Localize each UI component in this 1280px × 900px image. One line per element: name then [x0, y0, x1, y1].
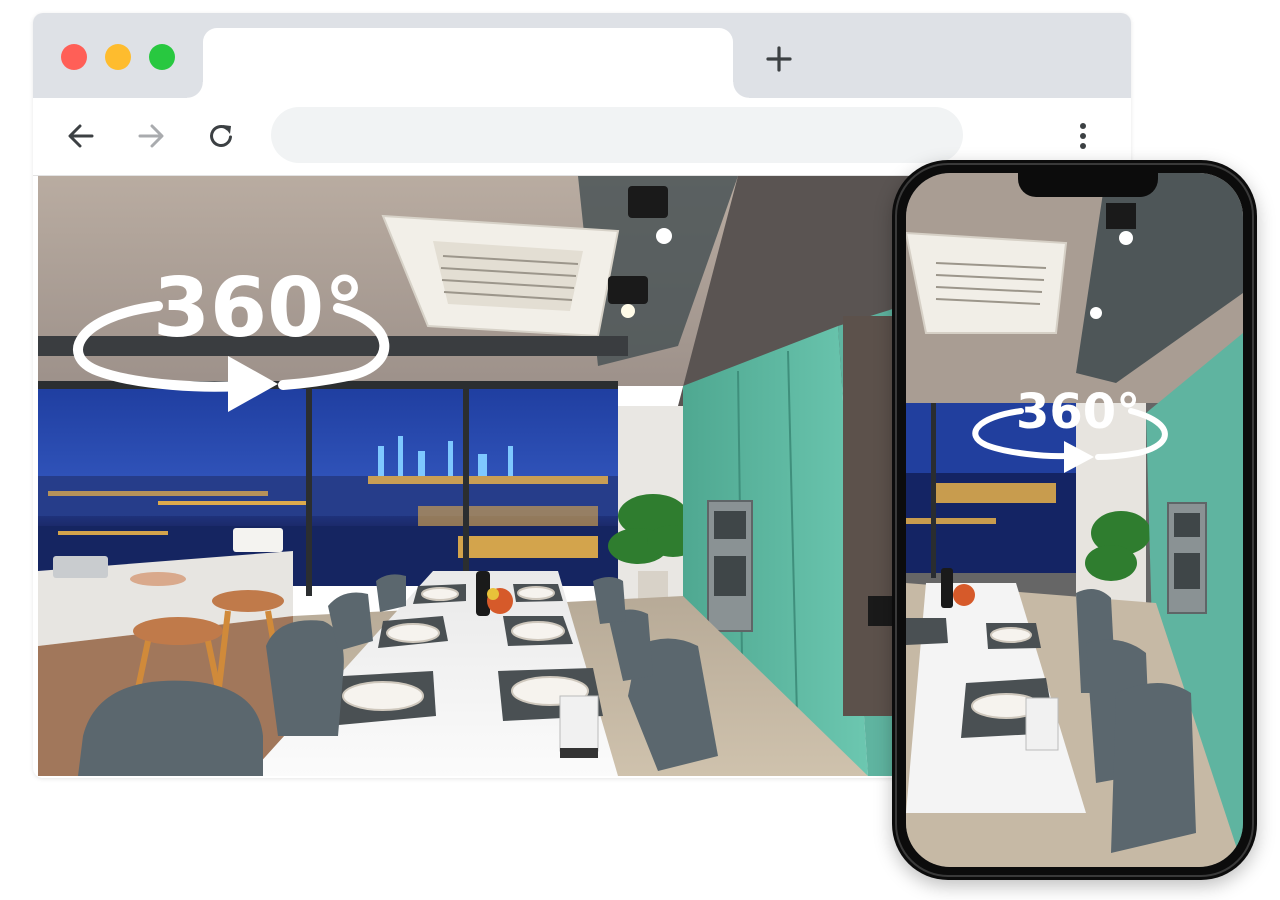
plus-icon	[766, 46, 792, 72]
address-bar-input[interactable]	[271, 107, 963, 163]
phone-panorama: 360°	[906, 173, 1243, 867]
reload-button[interactable]	[201, 116, 241, 156]
forward-button[interactable]	[131, 116, 171, 156]
browser-menu-button[interactable]	[1065, 116, 1101, 156]
vertical-dots-icon	[1080, 123, 1086, 149]
minimize-window-button[interactable]	[105, 44, 131, 70]
arrow-right-icon	[138, 124, 164, 148]
phone-screen[interactable]: 360°	[906, 173, 1243, 867]
back-button[interactable]	[61, 116, 101, 156]
new-tab-button[interactable]	[761, 41, 797, 77]
arrow-left-icon	[68, 124, 94, 148]
phone-notch	[1018, 173, 1158, 197]
marketing-illustration: 360° 360°	[0, 0, 1280, 900]
phone-mockup: 360°	[892, 160, 1257, 880]
tab-bar	[33, 13, 1131, 98]
browser-tab[interactable]	[187, 28, 749, 98]
close-window-button[interactable]	[61, 44, 87, 70]
svg-text:360°: 360°	[1016, 384, 1140, 440]
maximize-window-button[interactable]	[149, 44, 175, 70]
reload-icon	[210, 124, 232, 147]
